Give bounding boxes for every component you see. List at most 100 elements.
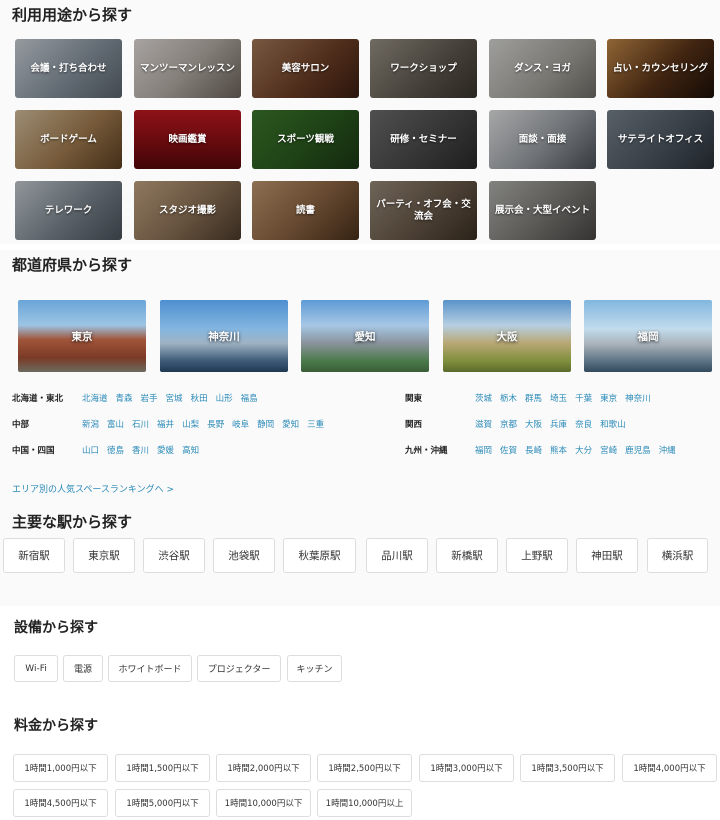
prefecture-tile[interactable]: 福岡 [584, 300, 712, 372]
usage-tile[interactable]: 映画鑑賞 [134, 110, 241, 169]
usage-tile-label: 占い・カウンセリング [612, 62, 708, 74]
prefecture-link[interactable]: 北海道 [82, 392, 108, 404]
prefecture-link[interactable]: 静岡 [257, 418, 274, 430]
prefecture-link[interactable]: 奈良 [575, 418, 592, 430]
price-button[interactable]: 1時間1,500円以下 [115, 754, 210, 782]
usage-tile[interactable]: 占い・カウンセリング [607, 39, 714, 98]
usage-tile[interactable]: 会議・打ち合わせ [15, 39, 122, 98]
usage-tile[interactable]: 美容サロン [252, 39, 359, 98]
prefecture-link[interactable]: 長崎 [525, 444, 542, 456]
facility-button[interactable]: ホワイトボード [108, 655, 192, 682]
usage-tile[interactable]: 面談・面接 [489, 110, 596, 169]
prefecture-link[interactable]: 新潟 [82, 418, 99, 430]
prefecture-tile[interactable]: 神奈川 [160, 300, 288, 372]
station-button[interactable]: 渋谷駅 [143, 538, 205, 573]
usage-tile[interactable]: ダンス・ヨガ [489, 39, 596, 98]
prefecture-link[interactable]: 大分 [575, 444, 592, 456]
price-button[interactable]: 1時間10,000円以下 [216, 789, 311, 817]
price-button[interactable]: 1時間10,000円以上 [317, 789, 412, 817]
prefecture-link[interactable]: 山形 [216, 392, 233, 404]
prefecture-link[interactable]: 香川 [132, 444, 149, 456]
prefecture-link[interactable]: 宮城 [166, 392, 183, 404]
usage-tile[interactable]: 研修・セミナー [370, 110, 477, 169]
prefecture-link[interactable]: 山梨 [182, 418, 199, 430]
prefecture-tile[interactable]: 東京 [18, 300, 146, 372]
prefecture-link[interactable]: 福島 [241, 392, 258, 404]
prefecture-link[interactable]: 福岡 [475, 444, 492, 456]
station-button[interactable]: 品川駅 [366, 538, 428, 573]
prefecture-link[interactable]: 青森 [116, 392, 133, 404]
prefecture-link[interactable]: 沖縄 [659, 444, 676, 456]
prefecture-link[interactable]: 愛媛 [157, 444, 174, 456]
prefecture-link[interactable]: 千葉 [575, 392, 592, 404]
price-button[interactable]: 1時間1,000円以下 [13, 754, 108, 782]
prefecture-link[interactable]: 愛知 [282, 418, 299, 430]
facility-button[interactable]: 電源 [63, 655, 103, 682]
usage-tile[interactable]: スタジオ撮影 [134, 181, 241, 240]
prefecture-link[interactable]: 徳島 [107, 444, 124, 456]
price-button[interactable]: 1時間4,500円以下 [13, 789, 108, 817]
prefecture-tile[interactable]: 大阪 [443, 300, 571, 372]
usage-tile-label: ワークショップ [390, 62, 457, 74]
prefecture-link[interactable]: 埼玉 [550, 392, 567, 404]
prefecture-link[interactable]: 高知 [182, 444, 199, 456]
prefecture-link[interactable]: 滋賀 [475, 418, 492, 430]
price-button[interactable]: 1時間5,000円以下 [115, 789, 210, 817]
usage-tile[interactable]: 展示会・大型イベント [489, 181, 596, 240]
price-button[interactable]: 1時間3,500円以下 [520, 754, 615, 782]
prefecture-link[interactable]: 兵庫 [550, 418, 567, 430]
prefecture-link[interactable]: 三重 [307, 418, 324, 430]
station-button[interactable]: 神田駅 [576, 538, 638, 573]
usage-tile[interactable]: スポーツ観戦 [252, 110, 359, 169]
usage-tile-label: テレワーク [44, 204, 93, 216]
prefecture-link[interactable]: 東京 [600, 392, 617, 404]
station-button[interactable]: 新橋駅 [436, 538, 498, 573]
prefecture-link[interactable]: 福井 [157, 418, 174, 430]
facility-button[interactable]: キッチン [287, 655, 342, 682]
prefecture-link[interactable]: 佐賀 [500, 444, 517, 456]
facility-button[interactable]: プロジェクター [197, 655, 281, 682]
region-prefecture-links: 新潟 富山 石川 福井 山梨 長野 岐阜 静岡 愛知 三重 [82, 418, 324, 430]
facility-button[interactable]: Wi-Fi [14, 655, 58, 682]
prefecture-link[interactable]: 群馬 [525, 392, 542, 404]
prefecture-link[interactable]: 秋田 [191, 392, 208, 404]
usage-tile-label: サテライトオフィス [617, 133, 704, 145]
prefecture-link[interactable]: 長野 [207, 418, 224, 430]
prefecture-link[interactable]: 富山 [107, 418, 124, 430]
prefecture-link[interactable]: 大阪 [525, 418, 542, 430]
area-ranking-link[interactable]: エリア別の人気スペースランキングへ > [12, 482, 174, 495]
prefecture-link[interactable]: 岩手 [141, 392, 158, 404]
usage-tile-label: 面談・面接 [518, 133, 567, 145]
prefecture-link[interactable]: 栃木 [500, 392, 517, 404]
prefecture-link[interactable]: 鹿児島 [625, 444, 651, 456]
station-button[interactable]: 上野駅 [506, 538, 568, 573]
prefecture-link[interactable]: 茨城 [475, 392, 492, 404]
usage-tile[interactable]: ボードゲーム [15, 110, 122, 169]
usage-tile[interactable]: サテライトオフィス [607, 110, 714, 169]
price-button[interactable]: 1時間3,000円以下 [419, 754, 514, 782]
station-button[interactable]: 池袋駅 [213, 538, 275, 573]
price-button[interactable]: 1時間4,000円以下 [622, 754, 717, 782]
prefecture-link[interactable]: 京都 [500, 418, 517, 430]
prefecture-link[interactable]: 神奈川 [625, 392, 651, 404]
prefecture-link[interactable]: 岐阜 [232, 418, 249, 430]
usage-tile[interactable]: パーティ・オフ会・交流会 [370, 181, 477, 240]
prefecture-link[interactable]: 熊本 [550, 444, 567, 456]
station-button[interactable]: 東京駅 [73, 538, 135, 573]
prefecture-link[interactable]: 山口 [82, 444, 99, 456]
prefecture-link[interactable]: 宮崎 [600, 444, 617, 456]
usage-tile[interactable]: テレワーク [15, 181, 122, 240]
prefecture-tile[interactable]: 愛知 [301, 300, 429, 372]
price-button[interactable]: 1時間2,500円以下 [317, 754, 412, 782]
usage-tile[interactable]: ワークショップ [370, 39, 477, 98]
prefecture-link[interactable]: 和歌山 [600, 418, 626, 430]
prefecture-link[interactable]: 石川 [132, 418, 149, 430]
price-button[interactable]: 1時間2,000円以下 [216, 754, 311, 782]
usage-tile[interactable]: マンツーマンレッスン [134, 39, 241, 98]
station-button[interactable]: 秋葉原駅 [283, 538, 356, 573]
station-button[interactable]: 新宿駅 [3, 538, 65, 573]
usage-tile[interactable]: 読書 [252, 181, 359, 240]
station-button[interactable]: 横浜駅 [647, 538, 708, 573]
usage-tile-label: スポーツ観戦 [277, 133, 334, 145]
usage-tile-label: 映画鑑賞 [168, 133, 207, 145]
